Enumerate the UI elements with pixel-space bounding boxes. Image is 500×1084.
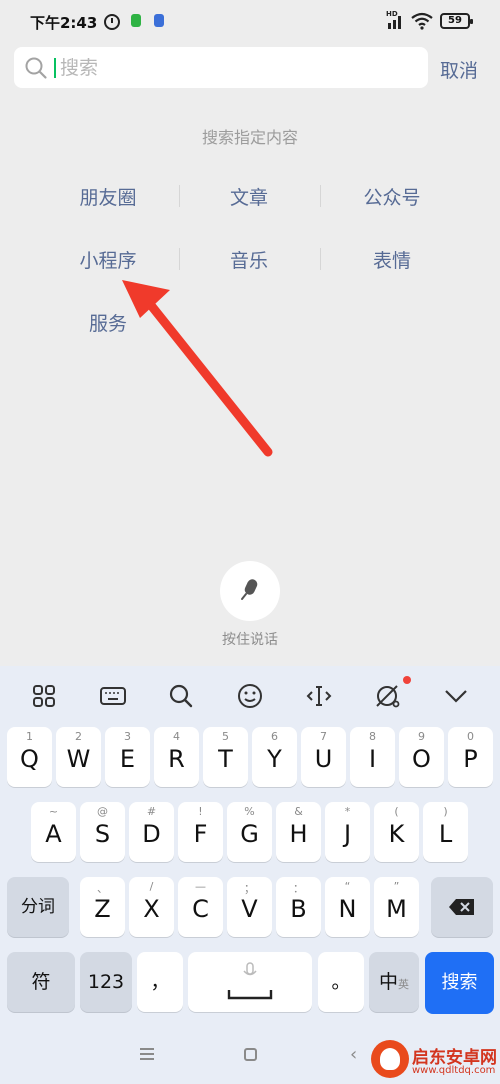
key-o[interactable]: 9O: [399, 727, 444, 787]
search-scope-hint: 搜索指定内容: [201, 128, 298, 147]
key-l[interactable]: ) L: [423, 802, 468, 862]
language-switch-key[interactable]: 中英: [369, 952, 419, 1012]
recents-button[interactable]: [140, 1048, 154, 1060]
notification-dot: [403, 676, 411, 684]
key-n[interactable]: “N: [325, 877, 370, 937]
handwriting-icon[interactable]: [373, 682, 401, 710]
key-s[interactable]: @ S: [80, 802, 125, 862]
comma-key[interactable]: ，: [137, 952, 183, 1012]
emoji-icon[interactable]: [236, 682, 264, 710]
microphone-icon: [243, 962, 257, 976]
key-c[interactable]: — C: [178, 877, 223, 937]
chinese-label: 中: [378, 971, 398, 993]
symbols-key[interactable]: 符: [7, 952, 75, 1012]
split-words-key[interactable]: 分词: [7, 877, 69, 937]
text-cursor: [54, 58, 56, 78]
key-z[interactable]: 、 Z: [80, 877, 125, 937]
key-k[interactable]: (K: [374, 802, 419, 862]
key-q[interactable]: 1Q: [7, 727, 52, 787]
space-key[interactable]: [188, 952, 312, 1012]
home-button[interactable]: [244, 1048, 257, 1061]
key-w[interactable]: 2W: [56, 727, 101, 787]
status-time: 下午2:43: [30, 14, 98, 32]
watermark-logo: [371, 1040, 409, 1078]
search-icon[interactable]: [167, 682, 195, 710]
numbers-key[interactable]: 123: [80, 952, 132, 1012]
app-notification-icon-2: [154, 14, 164, 27]
search-input[interactable]: [60, 47, 420, 88]
watermark-url: www.qdltdq.com: [412, 1065, 496, 1076]
key-b[interactable]: ： B: [276, 877, 321, 937]
backspace-key[interactable]: [431, 877, 493, 937]
category-articles[interactable]: 文章: [179, 183, 319, 210]
app-notification-icon: [131, 14, 141, 27]
key-i[interactable]: 8I: [350, 727, 395, 787]
divider: [320, 248, 321, 270]
cancel-button[interactable]: 取消: [440, 56, 478, 83]
key-e[interactable]: 3E: [105, 727, 150, 787]
key-g[interactable]: % G: [227, 802, 272, 862]
key-y[interactable]: 6Y: [252, 727, 297, 787]
category-music[interactable]: 音乐: [179, 246, 319, 273]
key-f[interactable]: ! F: [178, 802, 223, 862]
grid-icon[interactable]: [30, 682, 58, 710]
keyboard-icon[interactable]: [99, 682, 127, 710]
space-bar-icon: [227, 990, 273, 1000]
key-v[interactable]: ； V: [227, 877, 272, 937]
key-a[interactable]: ~ A: [31, 802, 76, 862]
signal-icon: [386, 13, 404, 29]
english-label: 英: [398, 978, 409, 991]
hold-to-talk-label: 按住说话: [222, 632, 278, 648]
back-button[interactable]: ‹: [350, 1044, 357, 1065]
hold-to-talk-button[interactable]: [220, 561, 280, 621]
category-mini-programs[interactable]: 小程序: [38, 246, 178, 273]
search-submit-key[interactable]: 搜索: [425, 952, 494, 1014]
key-j[interactable]: * J: [325, 802, 370, 862]
key-u[interactable]: 7U: [301, 727, 346, 787]
key-x[interactable]: / X: [129, 877, 174, 937]
category-services[interactable]: 服务: [38, 309, 178, 336]
category-moments[interactable]: 朋友圈: [38, 183, 178, 210]
key-t[interactable]: 5T: [203, 727, 248, 787]
cursor-move-icon[interactable]: [305, 682, 333, 710]
category-official-accounts[interactable]: 公众号: [322, 183, 462, 210]
search-box[interactable]: [14, 47, 428, 88]
divider: [320, 185, 321, 207]
period-key[interactable]: 。: [318, 952, 364, 1012]
key-p[interactable]: 0P: [448, 727, 493, 787]
battery-indicator: 59: [440, 13, 473, 29]
key-d[interactable]: # D: [129, 802, 174, 862]
microphone-icon: [241, 579, 258, 600]
key-h[interactable]: & H: [276, 802, 321, 862]
backspace-icon: [449, 899, 474, 915]
collapse-icon[interactable]: [442, 682, 470, 710]
key-r[interactable]: 4R: [154, 727, 199, 787]
alarm-icon: [104, 14, 120, 30]
key-m[interactable]: ” M: [374, 877, 419, 937]
status-bar: 下午2:43 HD 59: [0, 0, 500, 44]
category-stickers[interactable]: 表情: [322, 246, 462, 273]
search-icon: [25, 57, 47, 79]
wifi-icon: [411, 12, 433, 30]
